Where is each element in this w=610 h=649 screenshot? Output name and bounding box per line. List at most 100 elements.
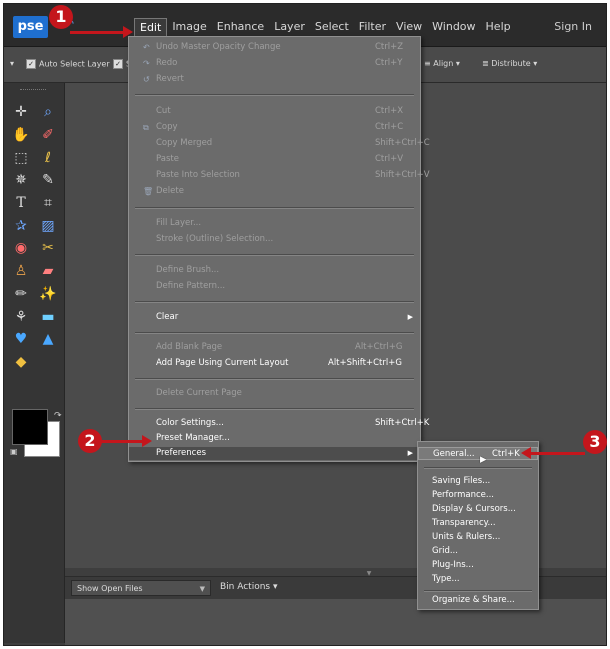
menu-layer[interactable]: Layer xyxy=(269,18,310,36)
show-open-files-select[interactable]: Show Open Files ▼ xyxy=(71,580,211,596)
pref-item-transparency[interactable]: Transparency... xyxy=(418,517,538,530)
callout-3-badge: 3 xyxy=(583,430,607,454)
menu-item-shortcut: Ctrl+C xyxy=(375,122,404,132)
pref-item-saving-files[interactable]: Saving Files... xyxy=(418,475,538,488)
tool-grid: ✛ ⌕ ✋ ✐ ⬚ ℓ ✵ ✎ T ⌗ ✰ ▨ ◉ ✂ ♙ ▰ ✏ ✨ ⚘ ▬ … xyxy=(9,101,60,373)
align-icon: ≡ xyxy=(424,59,431,68)
menu-select[interactable]: Select xyxy=(310,18,354,36)
menu-item-preset-manager[interactable]: Preset Manager... xyxy=(129,432,420,445)
callout-2-arrowhead-icon xyxy=(142,435,152,447)
pref-item-type[interactable]: Type... xyxy=(418,573,538,586)
auto-select-layer-option[interactable]: ✓ Auto Select Layer xyxy=(26,59,110,69)
redo-icon: ↷ xyxy=(143,59,150,68)
menu-item-paste-into-selection[interactable]: Paste Into Selection Shift+Ctrl+V xyxy=(129,169,430,182)
app-logo[interactable]: pse xyxy=(13,16,48,38)
preferences-submenu: General... Ctrl+K Saving Files... Perform… xyxy=(417,441,539,610)
menu-item-undo[interactable]: ↶ Undo Master Opacity Change Ctrl+Z xyxy=(129,41,420,54)
straighten-tool-icon[interactable]: ▨ xyxy=(36,214,60,237)
eyedropper-tool-icon[interactable]: ✐ xyxy=(36,124,60,147)
pref-item-label: Transparency... xyxy=(432,518,496,528)
gradient-tool-icon[interactable]: ▬ xyxy=(36,305,60,328)
blur-tool-icon[interactable]: ▲ xyxy=(36,328,60,351)
menu-enhance[interactable]: Enhance xyxy=(212,18,269,36)
foreground-color-swatch-top[interactable] xyxy=(12,409,48,445)
options-dropdown-icon[interactable]: ▾ xyxy=(10,59,14,68)
menu-item-shortcut: Alt+Shift+Ctrl+G xyxy=(328,358,402,368)
magic-wand-tool-icon[interactable]: ✵ xyxy=(9,169,33,192)
pref-item-shortcut: Ctrl+K xyxy=(492,449,520,459)
menu-item-cut[interactable]: Cut Ctrl+X xyxy=(129,105,420,118)
brush-tool-icon[interactable]: ✏ xyxy=(9,283,33,306)
menu-item-copy-merged[interactable]: Copy Merged Shift+Ctrl+C xyxy=(129,137,430,150)
menu-view[interactable]: View xyxy=(391,18,427,36)
checkbox-icon[interactable]: ✓ xyxy=(113,59,123,69)
pref-item-label: Grid... xyxy=(432,546,458,556)
revert-icon: ↺ xyxy=(143,75,150,84)
smart-brush-tool-icon[interactable]: ✨ xyxy=(36,283,60,306)
crop-tool-icon[interactable]: ⌗ xyxy=(36,192,60,215)
eraser-tool-icon[interactable]: ▰ xyxy=(36,260,60,283)
menu-item-define-brush[interactable]: Define Brush... xyxy=(129,264,420,277)
menu-item-label: Copy Merged xyxy=(156,138,213,148)
pref-item-plug-ins[interactable]: Plug-Ins... xyxy=(418,559,538,572)
menu-item-delete[interactable]: 🗑 Delete xyxy=(129,185,420,198)
checkbox-icon[interactable]: ✓ xyxy=(26,59,36,69)
menu-item-label: Stroke (Outline) Selection... xyxy=(156,234,274,244)
marquee-tool-icon[interactable]: ⬚ xyxy=(9,146,33,169)
quick-selection-tool-icon[interactable]: ✎ xyxy=(36,169,60,192)
menu-edit[interactable]: Edit xyxy=(134,18,168,36)
default-colors-icon[interactable]: ▣ xyxy=(10,447,18,456)
menu-filter[interactable]: Filter xyxy=(354,18,391,36)
lasso-tool-icon[interactable]: ℓ xyxy=(36,146,60,169)
menu-item-label: Copy xyxy=(156,122,178,132)
menu-items: Edit Image Enhance Layer Select Filter V… xyxy=(134,18,516,36)
menu-item-label: Add Page Using Current Layout xyxy=(156,358,289,368)
pref-item-general[interactable]: General... Ctrl+K xyxy=(418,447,538,460)
menu-item-define-pattern[interactable]: Define Pattern... xyxy=(129,280,420,293)
pref-item-organize-share[interactable]: Organize & Share... xyxy=(418,594,538,607)
align-button[interactable]: ≡ Align ▾ xyxy=(424,59,460,68)
shape-tool-icon[interactable]: ♥ xyxy=(9,328,33,351)
toolbox-grip[interactable] xyxy=(20,89,46,94)
hand-tool-icon[interactable]: ✋ xyxy=(9,124,33,147)
menu-item-paste[interactable]: Paste Ctrl+V xyxy=(129,153,420,166)
pref-item-performance[interactable]: Performance... xyxy=(418,489,538,502)
menu-item-clear[interactable]: Clear ▶ xyxy=(129,311,420,324)
distribute-label: Distribute xyxy=(491,59,531,68)
red-eye-tool-icon[interactable]: ◉ xyxy=(9,237,33,260)
type-tool-icon[interactable]: T xyxy=(9,192,33,215)
menu-image[interactable]: Image xyxy=(167,18,211,36)
healing-brush-tool-icon[interactable]: ✂ xyxy=(36,237,60,260)
menu-item-shortcut: Shift+Ctrl+V xyxy=(375,170,430,180)
pref-item-units-rulers[interactable]: Units & Rulers... xyxy=(418,531,538,544)
menu-item-fill-layer[interactable]: Fill Layer... xyxy=(129,217,420,230)
sign-in-link[interactable]: Sign In xyxy=(554,20,592,33)
menu-item-add-page-using-current-layout[interactable]: Add Page Using Current Layout Alt+Shift+C… xyxy=(129,357,420,370)
sponge-tool-icon[interactable]: ◆ xyxy=(9,351,33,374)
cookie-cutter-tool-icon[interactable]: ✰ xyxy=(9,214,33,237)
menu-item-copy[interactable]: ⧉ Copy Ctrl+C xyxy=(129,121,420,134)
mouse-pointer-icon: ▸ xyxy=(480,452,487,467)
menu-window[interactable]: Window xyxy=(427,18,480,36)
menu-item-add-blank-page[interactable]: Add Blank Page Alt+Ctrl+G xyxy=(129,341,420,354)
paint-bucket-tool-icon[interactable]: ⚘ xyxy=(9,305,33,328)
menu-item-color-settings[interactable]: Color Settings... Shift+Ctrl+K xyxy=(129,417,429,430)
menu-item-preferences[interactable]: Preferences ▶ xyxy=(129,447,420,460)
menu-item-stroke-selection[interactable]: Stroke (Outline) Selection... xyxy=(129,233,420,246)
distribute-button[interactable]: ≣ Distribute ▾ xyxy=(482,59,537,68)
pref-item-display-cursors[interactable]: Display & Cursors... xyxy=(418,503,538,516)
menu-item-revert[interactable]: ↺ Revert xyxy=(129,73,420,86)
menu-item-delete-current-page[interactable]: Delete Current Page xyxy=(129,387,420,400)
pref-item-grid[interactable]: Grid... xyxy=(418,545,538,558)
clone-stamp-tool-icon[interactable]: ♙ xyxy=(9,260,33,283)
zoom-tool-icon[interactable]: ⌕ xyxy=(36,101,60,124)
menu-separator xyxy=(135,207,414,209)
menu-separator xyxy=(135,408,414,410)
menu-help[interactable]: Help xyxy=(481,18,516,36)
menu-item-redo[interactable]: ↷ Redo Ctrl+Y xyxy=(129,57,420,70)
swap-colors-icon[interactable]: ↷ xyxy=(54,411,62,421)
bin-actions-menu[interactable]: Bin Actions ▾ xyxy=(220,582,278,592)
move-tool-icon[interactable]: ✛ xyxy=(9,101,33,124)
menu-separator xyxy=(135,378,414,380)
menu-item-label: Cut xyxy=(156,106,171,116)
